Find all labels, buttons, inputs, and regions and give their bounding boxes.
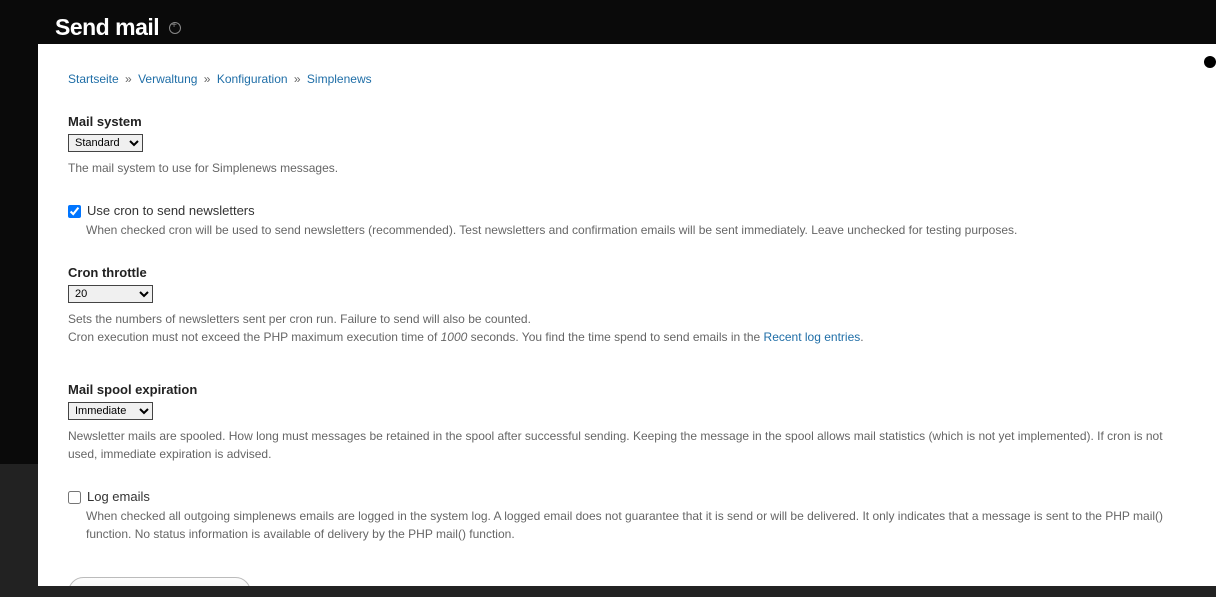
overlay-content: Startseite » Verwaltung » Konfiguration …: [38, 44, 1216, 586]
mail-system-section: Mail system Standard The mail system to …: [68, 114, 1186, 177]
close-icon[interactable]: [1204, 56, 1216, 68]
log-emails-desc: When checked all outgoing simplenews ema…: [86, 507, 1186, 543]
mail-spool-section: Mail spool expiration Immediate Newslett…: [68, 382, 1186, 463]
page-title: Send mail: [55, 14, 159, 41]
cron-throttle-label: Cron throttle: [68, 265, 1186, 280]
mail-spool-desc: Newsletter mails are spooled. How long m…: [68, 427, 1186, 463]
breadcrumb-sep: »: [204, 72, 211, 86]
mail-spool-label: Mail spool expiration: [68, 382, 1186, 397]
save-config-button[interactable]: Konfiguration speichern: [68, 577, 251, 586]
breadcrumb-link[interactable]: Simplenews: [307, 72, 372, 86]
breadcrumb-link[interactable]: Verwaltung: [138, 72, 197, 86]
breadcrumb-link[interactable]: Startseite: [68, 72, 119, 86]
use-cron-checkbox[interactable]: [68, 205, 81, 218]
breadcrumb: Startseite » Verwaltung » Konfiguration …: [68, 72, 1186, 86]
cron-throttle-desc: Sets the numbers of newsletters sent per…: [68, 310, 1186, 346]
use-cron-label: Use cron to send newsletters: [87, 203, 255, 218]
breadcrumb-sep: »: [294, 72, 301, 86]
cron-throttle-select[interactable]: 20: [68, 285, 153, 303]
mail-system-label: Mail system: [68, 114, 1186, 129]
breadcrumb-sep: »: [125, 72, 132, 86]
mail-spool-select[interactable]: Immediate: [68, 402, 153, 420]
use-cron-desc: When checked cron will be used to send n…: [86, 221, 1186, 239]
use-cron-section: Use cron to send newsletters When checke…: [68, 203, 1186, 239]
breadcrumb-link[interactable]: Konfiguration: [217, 72, 288, 86]
cron-throttle-section: Cron throttle 20 Sets the numbers of new…: [68, 265, 1186, 346]
mail-system-desc: The mail system to use for Simplenews me…: [68, 159, 1186, 177]
mail-system-select[interactable]: Standard: [68, 134, 143, 152]
gear-icon[interactable]: [169, 22, 181, 34]
log-emails-checkbox[interactable]: [68, 491, 81, 504]
recent-log-link[interactable]: Recent log entries: [764, 330, 861, 344]
log-emails-section: Log emails When checked all outgoing sim…: [68, 489, 1186, 543]
log-emails-label: Log emails: [87, 489, 150, 504]
